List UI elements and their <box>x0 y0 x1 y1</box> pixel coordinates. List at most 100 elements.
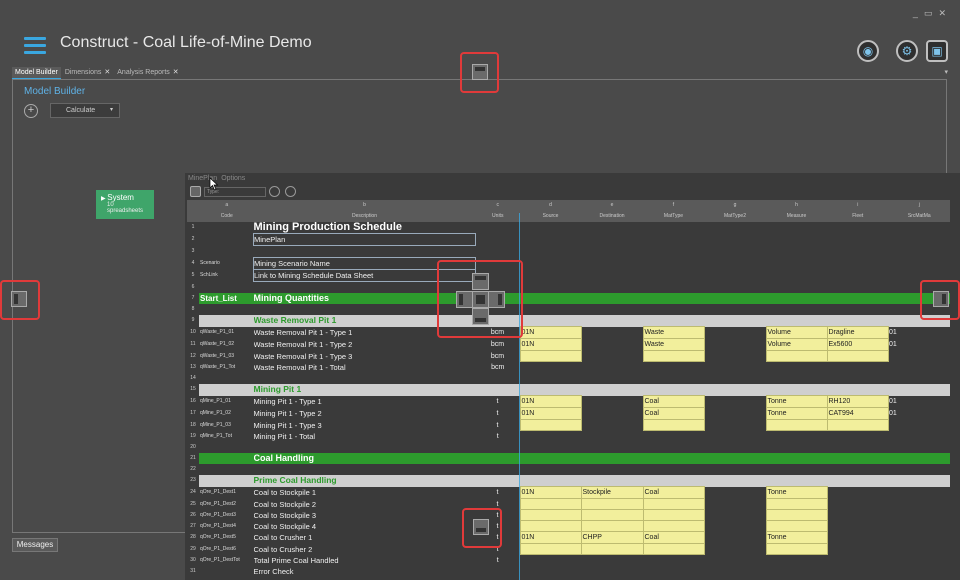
mat2-cell[interactable] <box>704 521 766 532</box>
code-cell[interactable]: qWaste_P1_Tot <box>199 362 254 374</box>
description-cell[interactable] <box>254 464 476 475</box>
table-row[interactable]: 30 qOre_P1_DestTot Total Prime Coal Handle… <box>187 555 950 567</box>
description-cell[interactable]: Coal to Stockpile 1 <box>254 487 476 499</box>
code-cell[interactable]: SchLink <box>199 270 254 282</box>
extra-cell[interactable]: 01 <box>889 327 951 339</box>
extra-cell[interactable] <box>889 510 951 521</box>
mat-cell[interactable] <box>643 475 704 487</box>
code-cell[interactable]: qOre_P1_Dest3 <box>199 510 254 521</box>
extra-cell[interactable]: 01 <box>889 396 951 408</box>
mat2-cell[interactable] <box>704 555 766 567</box>
fleet-cell[interactable] <box>827 510 889 521</box>
units-cell[interactable]: t <box>476 408 521 420</box>
dest-cell[interactable] <box>581 234 643 246</box>
description-cell[interactable]: Coal Handling <box>253 453 476 464</box>
mat2-cell[interactable] <box>704 566 766 577</box>
meas-cell[interactable] <box>766 315 827 327</box>
mat2-cell[interactable] <box>704 420 766 431</box>
meas-cell[interactable] <box>766 475 827 487</box>
fleet-cell[interactable] <box>826 350 889 362</box>
meas-cell[interactable]: Tonne <box>765 531 828 544</box>
table-row[interactable]: 31 Error Check <box>187 566 950 577</box>
mat-cell[interactable] <box>643 304 704 315</box>
extra-cell[interactable] <box>889 222 951 234</box>
meas-cell[interactable] <box>766 234 827 246</box>
mat2-cell[interactable] <box>704 351 766 362</box>
table-row[interactable]: 12 qWaste_P1_03 Waste Removal Pit 1 - Type… <box>187 350 950 362</box>
code-cell[interactable] <box>199 282 254 294</box>
tab-analysis-reports[interactable]: Analysis Reports ✕ <box>114 66 181 78</box>
close-icon[interactable]: ✕ <box>173 69 179 76</box>
mat2-cell[interactable] <box>704 532 766 544</box>
meas-cell[interactable] <box>766 282 827 294</box>
table-row[interactable]: 29 qOre_P1_Dest6 Coal to Crusher 2t <box>187 543 950 555</box>
table-row[interactable]: 18 qMine_P1_03 Mining Pit 1 - Type 3t <box>187 419 951 431</box>
table-row[interactable]: 3 <box>187 246 950 258</box>
description-cell[interactable]: Coal to Crusher 2 <box>254 544 476 555</box>
mat2-cell[interactable] <box>704 544 766 555</box>
units-cell[interactable] <box>476 464 521 475</box>
tab-model-builder[interactable]: Model Builder <box>12 67 61 79</box>
description-cell[interactable]: Mining Pit 1 - Total <box>254 431 476 443</box>
fleet-cell[interactable]: CAT994 <box>826 407 889 420</box>
code-cell[interactable]: qOre_P1_Dest4 <box>199 521 254 532</box>
description-cell[interactable]: Coal to Stockpile 3 <box>254 510 476 521</box>
dest-cell[interactable] <box>581 258 643 270</box>
mat2-cell[interactable] <box>704 499 766 510</box>
table-row[interactable]: 19 qMine_P1_Tot Mining Pit 1 - Total t <box>187 431 950 443</box>
dock-center-right-icon[interactable] <box>488 291 505 308</box>
mat2-cell[interactable] <box>704 442 766 453</box>
fleet-cell[interactable] <box>827 304 889 315</box>
src-cell[interactable] <box>520 464 581 475</box>
code-cell[interactable] <box>199 384 254 396</box>
dest-cell[interactable] <box>581 566 643 577</box>
dest-cell[interactable] <box>581 453 643 464</box>
meas-cell[interactable] <box>766 246 827 258</box>
dest-cell[interactable] <box>580 520 644 532</box>
fleet-cell[interactable] <box>826 419 889 431</box>
meas-cell[interactable] <box>766 442 827 453</box>
code-cell[interactable]: qWaste_P1_01 <box>199 327 254 339</box>
dest-cell[interactable] <box>581 315 643 327</box>
mat2-cell[interactable] <box>704 373 766 384</box>
code-cell[interactable]: qOre_P1_Dest6 <box>199 544 254 555</box>
meas-cell[interactable] <box>766 258 827 270</box>
units-cell[interactable]: bcm <box>476 351 521 362</box>
src-cell[interactable] <box>519 543 582 555</box>
src-cell[interactable] <box>520 282 581 294</box>
mat-cell[interactable] <box>643 282 704 294</box>
units-cell[interactable]: bcm <box>476 362 521 374</box>
units-cell[interactable] <box>476 246 521 258</box>
spreadsheet-grid[interactable]: a b c d e f g h i j Code Description Uni… <box>187 200 960 580</box>
window-controls[interactable]: _▭✕ <box>913 8 952 19</box>
meas-cell[interactable] <box>766 304 827 315</box>
table-row[interactable]: 28 qOre_P1_Dest5 Coal to Crusher 1 t 01N CHPP… <box>187 531 951 544</box>
description-cell[interactable]: Waste Removal Pit 1 - Type 2 <box>254 339 476 351</box>
dest-cell[interactable] <box>581 222 643 234</box>
extra-cell[interactable] <box>889 246 951 258</box>
description-cell[interactable] <box>254 246 476 258</box>
extra-cell[interactable] <box>889 487 951 499</box>
fleet-cell[interactable]: Ex5600 <box>826 338 889 351</box>
extra-cell[interactable] <box>888 384 950 396</box>
fleet-cell[interactable] <box>827 431 889 443</box>
extra-cell[interactable] <box>889 420 951 431</box>
src-cell[interactable] <box>520 293 581 304</box>
extra-cell[interactable] <box>889 532 951 544</box>
table-row[interactable]: 17 qMine_P1_02 Mining Pit 1 - Type 2 t 01N Co… <box>187 407 950 420</box>
dest-cell[interactable] <box>581 431 643 443</box>
dest-cell[interactable] <box>581 396 643 408</box>
dock-center-top-icon[interactable] <box>472 273 489 290</box>
code-cell[interactable] <box>199 453 254 464</box>
meas-cell[interactable] <box>765 520 828 532</box>
src-cell[interactable]: 01N <box>519 338 582 351</box>
minimize-button[interactable]: _ <box>913 8 924 18</box>
code-cell[interactable]: qOre_P1_DestTot <box>199 555 254 567</box>
fleet-cell[interactable] <box>827 315 889 327</box>
fleet-cell[interactable] <box>827 487 889 499</box>
tab-options[interactable]: Options <box>221 175 245 182</box>
restore-button[interactable]: ▭ <box>924 8 939 18</box>
table-row[interactable]: 22 <box>187 464 950 475</box>
src-cell[interactable] <box>519 419 582 431</box>
mat-cell[interactable] <box>642 498 705 510</box>
